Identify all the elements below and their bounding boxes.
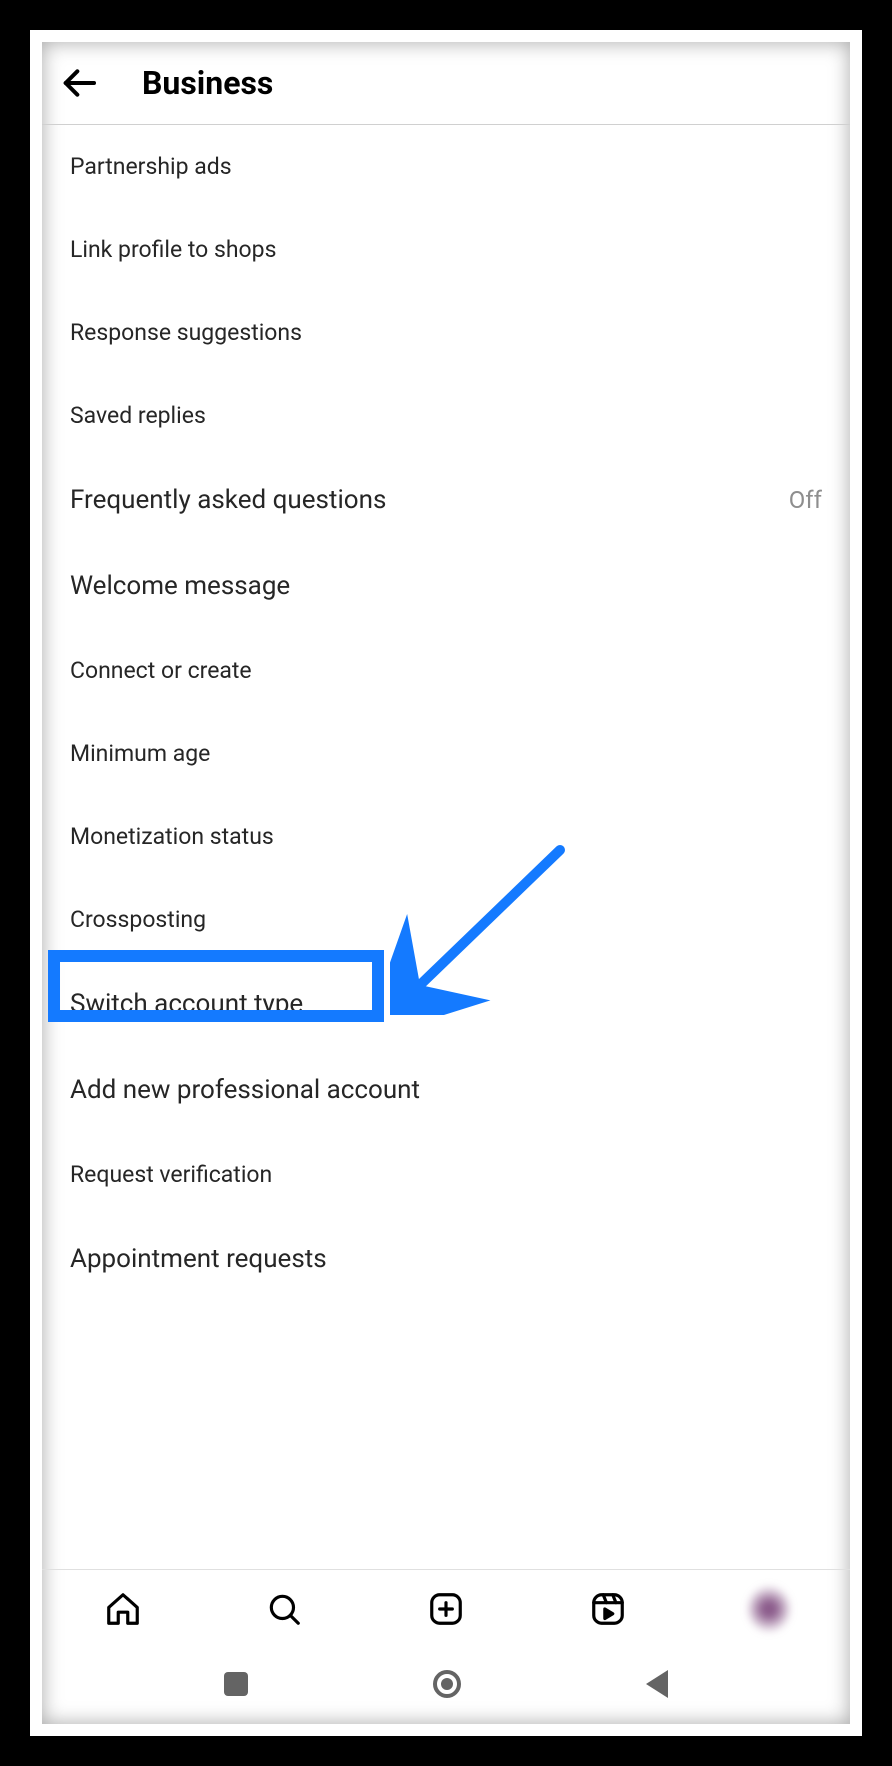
app-bottom-nav <box>42 1569 850 1648</box>
menu-item-welcome-message[interactable]: Welcome message <box>42 543 850 629</box>
menu-item-label: Partnership ads <box>70 153 232 180</box>
menu-item-label: Link profile to shops <box>70 236 276 263</box>
menu-item-label: Request verification <box>70 1161 272 1188</box>
menu-item-label: Connect or create <box>70 657 252 684</box>
menu-item-minimum-age[interactable]: Minimum age <box>42 712 850 795</box>
settings-list: Partnership ads Link profile to shops Re… <box>42 125 850 1569</box>
menu-item-label: Monetization status <box>70 823 274 850</box>
header: Business <box>42 42 850 125</box>
outer-frame: Business Partnership ads Link profile to… <box>30 30 862 1736</box>
menu-item-switch-account-type[interactable]: Switch account type <box>42 961 850 1047</box>
menu-item-status: Off <box>789 486 822 514</box>
menu-item-crossposting[interactable]: Crossposting <box>42 878 850 961</box>
screen: Business Partnership ads Link profile to… <box>42 42 850 1724</box>
profile-avatar-icon[interactable] <box>748 1588 790 1630</box>
menu-item-label: Response suggestions <box>70 319 302 346</box>
menu-item-add-new-professional-account[interactable]: Add new professional account <box>42 1047 850 1133</box>
recents-button-icon[interactable] <box>224 1672 248 1696</box>
menu-item-link-profile-to-shops[interactable]: Link profile to shops <box>42 208 850 291</box>
avatar <box>748 1586 790 1632</box>
menu-item-label: Add new professional account <box>70 1075 420 1105</box>
menu-item-label: Frequently asked questions <box>70 485 386 515</box>
menu-item-frequently-asked-questions[interactable]: Frequently asked questions Off <box>42 457 850 543</box>
back-arrow-icon[interactable] <box>56 60 102 106</box>
menu-item-label: Switch account type <box>70 989 303 1019</box>
menu-item-label: Crossposting <box>70 906 206 933</box>
menu-item-label: Saved replies <box>70 402 206 429</box>
home-icon[interactable] <box>102 1588 144 1630</box>
menu-item-label: Minimum age <box>70 740 210 767</box>
page-title: Business <box>142 64 273 102</box>
home-button-icon[interactable] <box>433 1670 461 1698</box>
menu-item-partnership-ads[interactable]: Partnership ads <box>42 125 850 208</box>
menu-item-connect-or-create[interactable]: Connect or create <box>42 629 850 712</box>
android-system-nav <box>42 1648 850 1724</box>
menu-item-saved-replies[interactable]: Saved replies <box>42 374 850 457</box>
new-post-icon[interactable] <box>425 1588 467 1630</box>
menu-item-label: Appointment requests <box>70 1244 327 1274</box>
menu-item-label: Welcome message <box>70 571 290 601</box>
search-icon[interactable] <box>263 1588 305 1630</box>
menu-item-monetization-status[interactable]: Monetization status <box>42 795 850 878</box>
back-button-icon[interactable] <box>646 1670 668 1698</box>
menu-item-request-verification[interactable]: Request verification <box>42 1133 850 1216</box>
menu-item-appointment-requests[interactable]: Appointment requests <box>42 1216 850 1302</box>
reels-icon[interactable] <box>587 1588 629 1630</box>
menu-item-response-suggestions[interactable]: Response suggestions <box>42 291 850 374</box>
